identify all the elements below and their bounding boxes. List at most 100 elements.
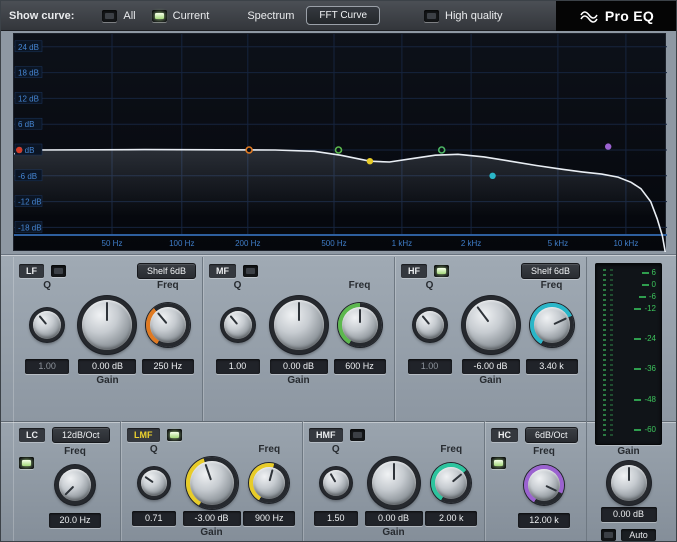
- output-gain-group: Gain 0.00 dB Auto: [591, 445, 666, 541]
- lmf-freq-value[interactable]: 900 Hz: [243, 511, 296, 526]
- lc-slope-button[interactable]: 12dB/Oct: [52, 426, 110, 443]
- band-handle-mf[interactable]: [334, 146, 343, 154]
- q-label: Q: [233, 280, 242, 291]
- show-all-checkbox[interactable]: [102, 9, 118, 22]
- lc-freq-value[interactable]: 20.0 Hz: [49, 513, 101, 528]
- q-label: Q: [331, 444, 340, 455]
- freq-label: Freq: [258, 444, 281, 455]
- show-current-label: Current: [172, 9, 210, 22]
- lf-band-label: LF: [19, 263, 44, 278]
- mf-q-value[interactable]: 1.00: [215, 359, 260, 374]
- lf-q-group: Q 1.00: [17, 279, 77, 388]
- lf-enable-checkbox[interactable]: [51, 264, 66, 277]
- freq-axis-label: 2 kHz: [461, 239, 481, 248]
- band-handle-hc[interactable]: [605, 143, 612, 150]
- band-handle-lmf[interactable]: [366, 158, 374, 165]
- hc-freq-knob[interactable]: [524, 465, 564, 505]
- lmf-freq-knob[interactable]: [249, 463, 290, 503]
- auto-gain-checkbox[interactable]: [601, 529, 617, 541]
- lf-freq-knob[interactable]: [145, 303, 190, 347]
- show-current-checkbox[interactable]: [151, 9, 167, 22]
- hf-gain-value[interactable]: -6.00 dB: [461, 359, 520, 374]
- mf-gain-group: 0.00 dB Gain: [268, 279, 329, 388]
- lf-gain-knob[interactable]: [78, 296, 137, 354]
- meter-scale-row: 0: [641, 280, 656, 290]
- knob-face: [533, 307, 570, 343]
- checkbox-led: [22, 460, 31, 466]
- output-gain-value[interactable]: 0.00 dB: [600, 507, 657, 522]
- knob-pointer: [410, 305, 449, 344]
- mf-freq-value[interactable]: 600 Hz: [333, 359, 386, 374]
- lmf-freq-group: Freq 900 Hz: [241, 443, 299, 540]
- meter-led-column: [610, 269, 613, 439]
- band-handle-lf[interactable]: [245, 146, 253, 154]
- eq-curve-display[interactable]: 24 dB18 dB12 dB6 dB0 dB-6 dB-12 dB-18 dB…: [13, 34, 668, 262]
- checkbox-led: [427, 12, 437, 19]
- lmf-q-knob[interactable]: [137, 467, 170, 499]
- mf-gain-value[interactable]: 0.00 dB: [269, 359, 328, 374]
- meter-scale-row: -12: [634, 304, 656, 314]
- hc-freq-value[interactable]: 12.00 k: [518, 513, 570, 528]
- lf-freq-value[interactable]: 250 Hz: [141, 359, 194, 374]
- hf-freq-value[interactable]: 3.40 k: [525, 359, 578, 374]
- hf-q-knob[interactable]: [410, 305, 449, 344]
- lmf-enable-checkbox[interactable]: [166, 428, 182, 441]
- hf-enable-checkbox[interactable]: [434, 264, 449, 277]
- spectrum-mode-button[interactable]: FFT Curve: [306, 6, 381, 25]
- hmf-gain-value[interactable]: 0.00 dB: [364, 511, 423, 526]
- lmf-band-label: LMF: [127, 427, 160, 442]
- output-gain-knob[interactable]: [606, 461, 651, 505]
- lc-freq-knob[interactable]: [55, 465, 95, 505]
- freq-axis-label: 5 kHz: [548, 239, 568, 248]
- knob-pointer: [523, 464, 566, 507]
- checkbox-led: [352, 431, 362, 438]
- knob-face: [322, 470, 349, 496]
- freq-axis-label: 10 kHz: [613, 239, 638, 248]
- hmf-gain-knob[interactable]: [367, 457, 420, 509]
- lc-enable-checkbox[interactable]: [19, 457, 34, 469]
- freq-label: Freq: [348, 280, 371, 291]
- hf-freq-knob[interactable]: [529, 303, 574, 347]
- hf-gain-knob[interactable]: [461, 296, 520, 354]
- db-axis-label: 18 dB: [18, 69, 39, 78]
- hf-freq-group: Freq 3.40 k: [521, 279, 582, 388]
- lf-q-value[interactable]: 1.00: [25, 359, 70, 374]
- lmf-gain-value[interactable]: -3.00 dB: [182, 511, 241, 526]
- lf-mode-button[interactable]: Shelf 6dB: [136, 262, 196, 279]
- mf-freq-knob[interactable]: [337, 303, 382, 347]
- meter-led-column: [603, 269, 606, 439]
- meter-scale-row: -6: [638, 292, 656, 302]
- mf-freq-group: Freq 600 Hz: [329, 279, 390, 388]
- meter-tick: [634, 429, 642, 431]
- hc-slope-button[interactable]: 6dB/Oct: [525, 426, 578, 443]
- lf-q-knob[interactable]: [30, 308, 65, 342]
- meter-tick: [634, 368, 642, 370]
- q-label: Q: [425, 280, 434, 291]
- hmf-enable-checkbox[interactable]: [349, 428, 365, 441]
- lmf-q-value[interactable]: 0.71: [131, 511, 176, 526]
- presonus-logo: Pro EQ: [556, 1, 676, 31]
- hf-q-value[interactable]: 1.00: [407, 359, 452, 374]
- hmf-q-knob[interactable]: [319, 467, 352, 499]
- hmf-freq-value[interactable]: 2.00 k: [425, 511, 478, 526]
- gain-label: Gain: [287, 375, 310, 386]
- hc-freq-group: Freq 12.00 k: [506, 445, 582, 528]
- mf-gain-knob[interactable]: [269, 296, 328, 354]
- mf-q-knob[interactable]: [218, 305, 257, 344]
- lf-gain-value[interactable]: 0.00 dB: [78, 359, 137, 374]
- knob-pointer: [218, 305, 257, 344]
- hmf-q-value[interactable]: 1.50: [313, 511, 358, 526]
- hf-band-section: HF Shelf 6dB Q 1.00 -6.00 dB Gain Freq 3…: [395, 257, 587, 421]
- hc-enable-checkbox[interactable]: [491, 457, 506, 469]
- hf-mode-button[interactable]: Shelf 6dB: [520, 262, 580, 279]
- freq-label: Freq: [440, 444, 463, 455]
- band-handle-lc[interactable]: [16, 146, 23, 154]
- hmf-freq-knob[interactable]: [431, 463, 472, 503]
- db-axis-label: -18 dB: [18, 223, 42, 232]
- band-handle-hf[interactable]: [489, 172, 496, 179]
- mf-enable-checkbox[interactable]: [243, 264, 258, 277]
- high-quality-checkbox[interactable]: [424, 9, 440, 22]
- knob-face: [140, 470, 167, 496]
- lmf-gain-knob[interactable]: [185, 457, 238, 509]
- band-handle-hmf[interactable]: [437, 146, 446, 154]
